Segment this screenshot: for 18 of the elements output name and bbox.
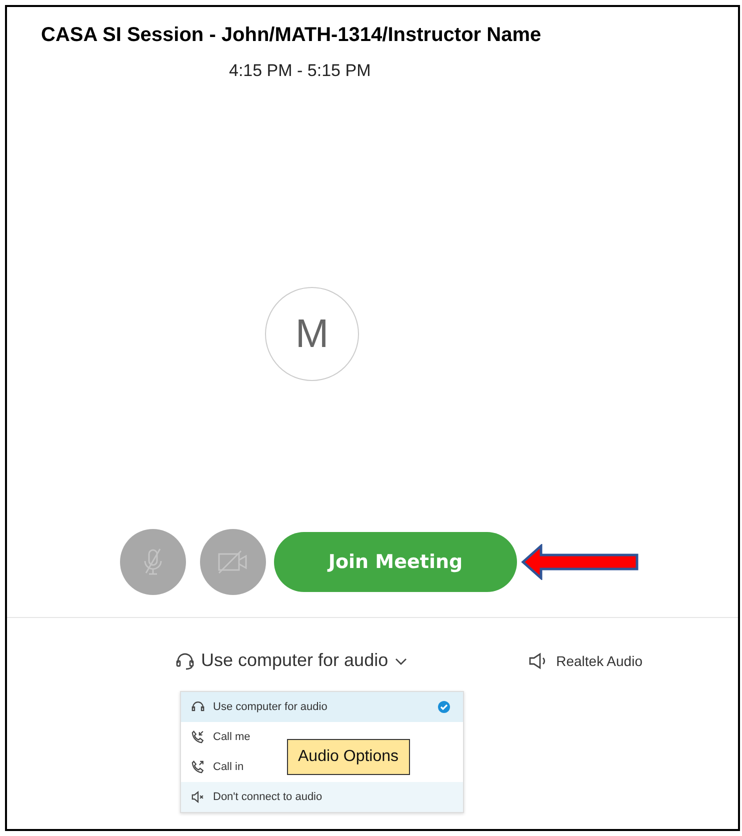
speaker-selector[interactable]: Realtek Audio xyxy=(528,652,642,670)
audio-option[interactable]: Call in xyxy=(181,752,287,782)
speaker-off-icon xyxy=(191,790,205,804)
headset-icon xyxy=(191,700,205,714)
phone-incoming-icon xyxy=(191,730,205,744)
meeting-time: 4:15 PM - 5:15 PM xyxy=(229,61,372,81)
phone-outgoing-icon xyxy=(191,760,205,774)
audio-option[interactable]: Don't connect to audio xyxy=(181,782,463,812)
audio-selector[interactable]: Use computer for audio xyxy=(175,650,408,671)
checkmark-icon xyxy=(437,700,451,714)
meeting-title: CASA SI Session - John/MATH-1314/Instructor Name xyxy=(41,24,542,47)
audio-option[interactable]: Call me xyxy=(181,722,287,752)
avatar: M xyxy=(265,287,359,381)
headset-icon xyxy=(175,650,195,670)
audio-option[interactable]: Use computer for audio xyxy=(181,692,463,722)
camera-off-icon xyxy=(217,550,249,574)
chevron-down-icon xyxy=(394,656,408,666)
audio-options-callout: Audio Options xyxy=(287,739,410,775)
